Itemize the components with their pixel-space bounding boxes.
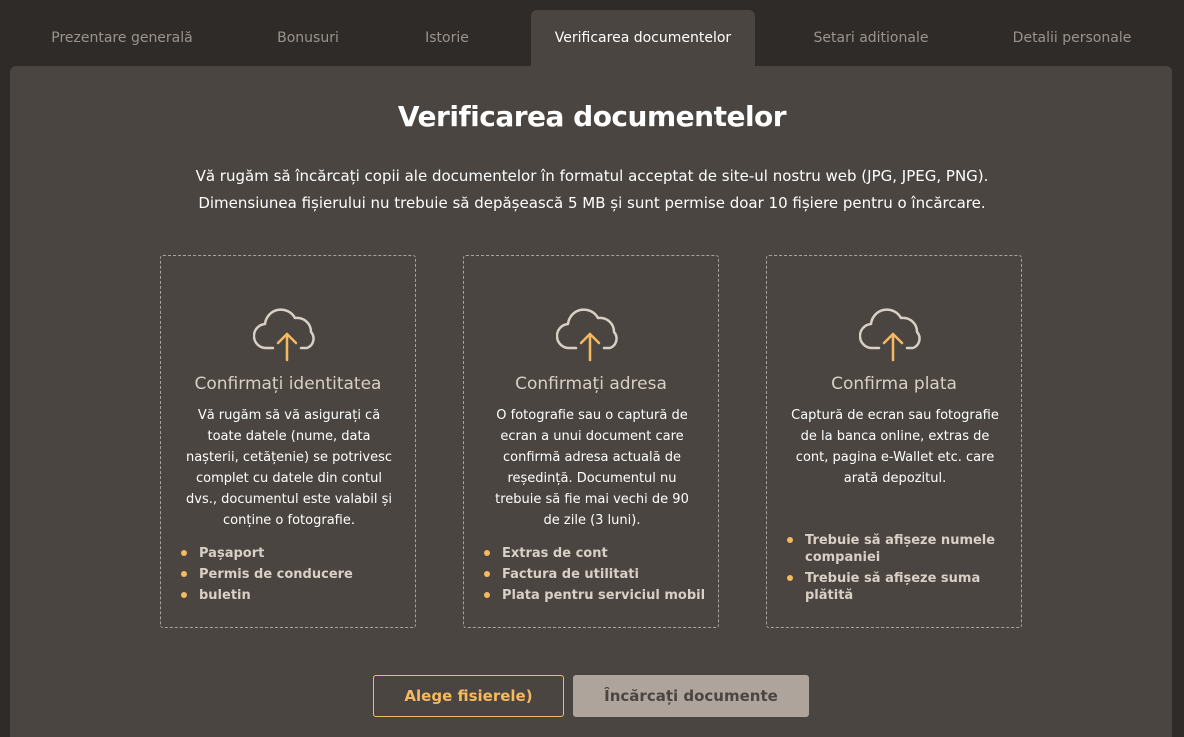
- tab-document-verification[interactable]: Verificarea documentelor: [531, 10, 755, 66]
- cloud-upload-icon: [253, 308, 315, 362]
- list-item: Plata pentru serviciul mobil: [484, 587, 709, 604]
- list-item: Pașaport: [181, 545, 406, 562]
- card-bullet-list: Pașaport Permis de conducere buletin: [181, 545, 406, 604]
- list-item: Extras de cont: [484, 545, 709, 562]
- tab-overview[interactable]: Prezentare generală: [20, 10, 224, 66]
- list-item: Trebuie să afișeze suma plătită: [787, 570, 1012, 604]
- card-bullet-list: Trebuie să afișeze numele companiei Treb…: [787, 532, 1012, 604]
- card-text: O fotografie sau o captură de ecran a un…: [495, 408, 689, 528]
- list-item: Trebuie să afișeze numele companiei: [787, 532, 1012, 566]
- card-text: Vă rugăm să vă asigurați că toate datele…: [185, 408, 393, 528]
- card-title: Confirmați adresa: [515, 374, 667, 394]
- list-item: buletin: [181, 587, 406, 604]
- card-title: Confirma plata: [831, 374, 957, 394]
- card-bullet-list: Extras de cont Factura de utilitati Plat…: [484, 545, 709, 604]
- list-item: Factura de utilitati: [484, 566, 709, 583]
- tab-bar: Prezentare generală Bonusuri Istorie Ver…: [0, 0, 1184, 66]
- cloud-upload-icon: [859, 308, 921, 362]
- upload-documents-button[interactable]: Încărcați documente: [573, 675, 809, 717]
- card-identity[interactable]: Confirmați identitatea Vă rugăm să vă as…: [160, 255, 416, 628]
- tab-history[interactable]: Istorie: [382, 10, 512, 66]
- card-address[interactable]: Confirmați adresa O fotografie sau o cap…: [463, 255, 719, 628]
- choose-files-button[interactable]: Alege fisierele): [373, 675, 564, 717]
- card-payment[interactable]: Confirma plata Captură de ecran sau foto…: [766, 255, 1022, 628]
- page-title: Verificarea documentelor: [397, 100, 787, 133]
- page-description-line2: Dimensiunea fișierului nu trebuie să dep…: [198, 194, 986, 212]
- tab-personal-details[interactable]: Detalii personale: [972, 10, 1172, 66]
- card-text: Captură de ecran sau fotografie de la ba…: [791, 408, 999, 486]
- tab-additional-settings[interactable]: Setari aditionale: [775, 10, 967, 66]
- page-description-line1: Vă rugăm să încărcați copii ale document…: [195, 167, 989, 185]
- tab-bonuses[interactable]: Bonusuri: [226, 10, 390, 66]
- cloud-upload-icon: [556, 308, 618, 362]
- list-item: Permis de conducere: [181, 566, 406, 583]
- card-title: Confirmați identitatea: [194, 374, 382, 394]
